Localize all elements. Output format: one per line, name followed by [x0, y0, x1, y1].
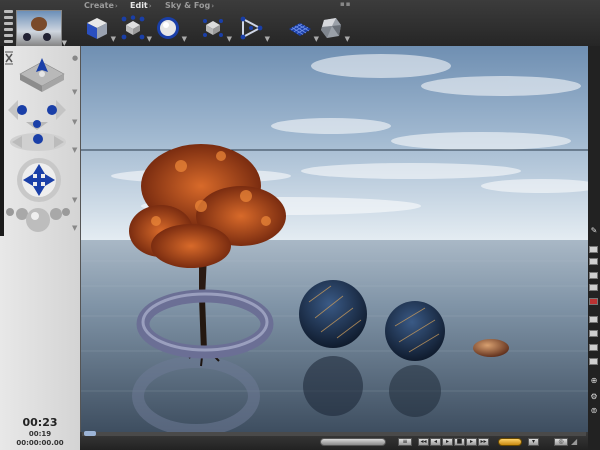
time-display: 00:23: [22, 416, 58, 429]
strip-button[interactable]: [589, 284, 598, 291]
stop-button[interactable]: ■: [454, 438, 465, 446]
play-button[interactable]: ▸: [442, 438, 453, 446]
menu-sky-fog-label: Sky & Fog: [165, 1, 211, 10]
close-panel-icon[interactable]: [4, 50, 14, 65]
trackball-icon: [17, 158, 61, 202]
path-tool-button[interactable]: ▼: [238, 15, 270, 43]
menu-edit[interactable]: Edit›: [130, 1, 152, 10]
key-menu-button[interactable]: ▾: [528, 438, 539, 446]
render-button[interactable]: ◎: [554, 438, 568, 446]
strip-button[interactable]: [589, 272, 598, 279]
chevron-down-icon[interactable]: ▼: [147, 35, 152, 43]
go-end-button[interactable]: ▸▸: [478, 438, 489, 446]
chevron-down-icon[interactable]: ▼: [72, 224, 77, 232]
chevron-down-icon[interactable]: ▼: [72, 88, 77, 96]
chevron-down-icon[interactable]: ▼: [182, 35, 187, 43]
camera-view-icon: [19, 58, 65, 92]
menu-create[interactable]: Create›: [84, 1, 118, 10]
world-icon[interactable]: ⊕: [588, 376, 600, 385]
thumbnail-ball: [23, 33, 31, 41]
chevron-down-icon[interactable]: ▼: [227, 35, 232, 43]
move-object-button[interactable]: ▼: [120, 15, 152, 43]
trackball-control[interactable]: [15, 156, 63, 204]
scale-icon[interactable]: ⊚: [588, 406, 600, 415]
menu-sky-fog[interactable]: Sky & Fog›: [165, 1, 214, 10]
select-object-button[interactable]: ▼: [200, 15, 232, 43]
menu-edit-label: Edit: [130, 1, 148, 10]
move-camera-icon: [8, 100, 66, 130]
zoom-spheres-icon: [6, 208, 70, 232]
strip-button[interactable]: [589, 316, 598, 323]
rotate-camera-control[interactable]: [8, 130, 68, 154]
scene-thumbnail[interactable]: ▼: [16, 10, 67, 47]
strip-button[interactable]: [589, 258, 598, 265]
zoom-spheres-control[interactable]: [4, 204, 72, 238]
rock-button[interactable]: ▼: [318, 15, 350, 43]
time-secondary: 00:19: [28, 430, 52, 438]
terrain-icon: [289, 23, 311, 36]
strip-button[interactable]: [589, 344, 598, 351]
sphere-primitive-button[interactable]: ▼: [155, 15, 187, 43]
chevron-down-icon[interactable]: ▼: [345, 35, 350, 43]
move-object-icon: [121, 15, 145, 40]
panel-collapse-grip[interactable]: [4, 10, 14, 46]
chevron-down-icon[interactable]: ▼: [111, 35, 116, 43]
path-tool-icon: [240, 16, 263, 40]
animation-settings-button[interactable]: ≡: [398, 438, 412, 446]
move-camera-control[interactable]: [4, 98, 70, 132]
window-resize-icon[interactable]: ▪▪: [340, 0, 352, 8]
cube-primitive-icon: [87, 18, 107, 39]
chevron-right-icon: ›: [114, 2, 118, 10]
chevron-right-icon: ›: [211, 2, 215, 10]
rock-icon: [321, 18, 341, 38]
timeline-scrubber[interactable]: [84, 431, 96, 436]
render-viewport[interactable]: [80, 46, 589, 432]
strip-button[interactable]: [589, 246, 598, 253]
thumbnail-ball: [43, 33, 51, 41]
go-start-button[interactable]: ◂◂: [418, 438, 429, 446]
chevron-down-icon[interactable]: ▼: [72, 196, 77, 204]
timeline-track[interactable]: [82, 432, 586, 436]
thumbnail-figure: [31, 17, 47, 31]
chevron-down-icon[interactable]: ▼: [72, 146, 77, 154]
rotate-camera-icon: [10, 133, 66, 151]
strip-button[interactable]: [589, 358, 598, 365]
chevron-down-icon[interactable]: ▼: [265, 35, 270, 43]
menu-create-label: Create: [84, 1, 114, 10]
terrain-button[interactable]: ▼: [287, 15, 319, 43]
scene-render: [81, 46, 589, 432]
radio-button[interactable]: ●: [72, 54, 78, 62]
chevron-right-icon: ›: [148, 2, 152, 10]
chevron-down-icon[interactable]: ▼: [72, 118, 77, 126]
application-window: ▼ Create› Edit› Sky & Fog› ▪▪ ▼ ▼ ▼ ▼ ▼ …: [0, 0, 600, 450]
brush-icon[interactable]: ✎: [588, 226, 600, 235]
next-frame-button[interactable]: ▸: [466, 438, 477, 446]
settings-icon[interactable]: ⚙: [588, 392, 600, 401]
add-key-button[interactable]: [498, 438, 522, 446]
resize-grip-icon[interactable]: ◢: [571, 437, 577, 446]
time-segment-control[interactable]: [320, 438, 386, 446]
cube-primitive-button[interactable]: ▼: [84, 15, 116, 43]
prev-frame-button[interactable]: ◂: [430, 438, 441, 446]
select-object-icon: [203, 19, 223, 37]
sphere-primitive-icon: [157, 17, 179, 39]
camera-view-control[interactable]: [18, 54, 66, 94]
record-button[interactable]: [589, 298, 598, 305]
time-frames: 00:00:00.00: [16, 439, 64, 447]
top-toolbar: ▼ Create› Edit› Sky & Fog› ▪▪ ▼ ▼ ▼ ▼ ▼ …: [0, 0, 600, 47]
strip-button[interactable]: [589, 330, 598, 337]
